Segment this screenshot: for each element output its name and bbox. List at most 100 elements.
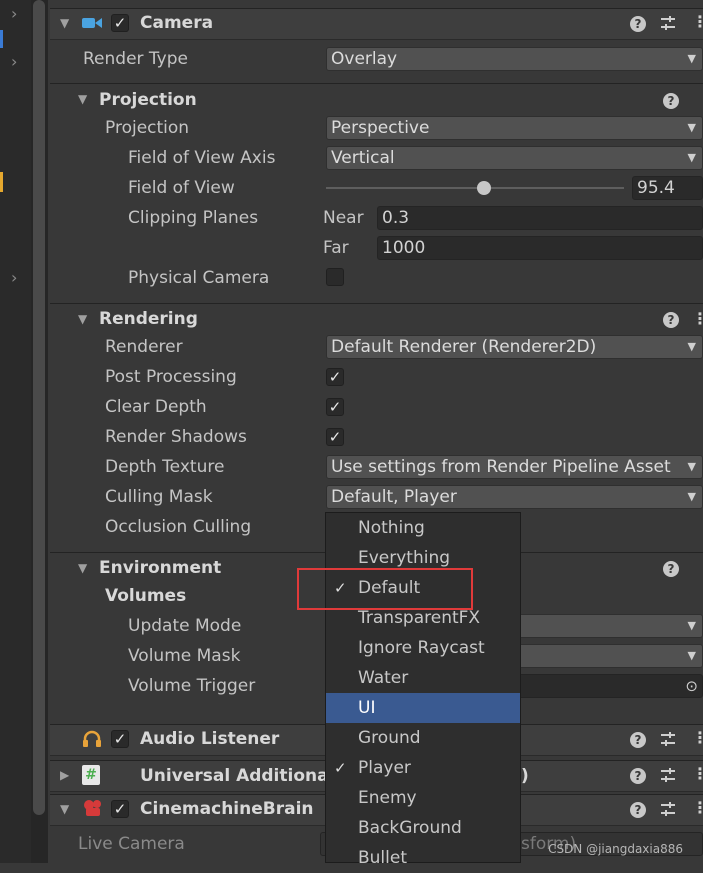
selection-marker <box>0 172 3 192</box>
dropdown-arrow-icon: ▼ <box>687 121 696 134</box>
dropdown-arrow-icon: ▼ <box>687 151 696 164</box>
camera-enabled-checkbox[interactable]: ✓ <box>111 14 129 32</box>
expand-icon[interactable]: ▶ <box>60 768 69 782</box>
depth-texture-label: Depth Texture <box>105 457 225 477</box>
fov-label: Field of View <box>128 178 235 198</box>
culling-mask-menu[interactable]: Nothing Everything ✓ Default TransparentFX Ig… <box>325 512 521 868</box>
fov-input[interactable]: 95.4 <box>632 176 703 200</box>
physical-camera-checkbox[interactable] <box>326 268 344 286</box>
menu-dots-icon[interactable]: ⋮ <box>692 309 703 328</box>
clear-depth-checkbox[interactable]: ✓ <box>326 398 344 416</box>
update-mode-label: Update Mode <box>128 616 242 636</box>
menu-item[interactable]: Ignore Raycast <box>326 633 520 663</box>
render-type-value: Overlay <box>331 49 398 69</box>
camera-title: Camera <box>140 13 214 33</box>
dropdown-arrow-icon: ▼ <box>687 649 696 662</box>
renderer-label: Renderer <box>105 337 183 357</box>
dropdown-arrow-icon: ▼ <box>687 52 696 65</box>
menu-item[interactable]: Enemy <box>326 783 520 813</box>
help-icon[interactable]: ? <box>630 16 646 32</box>
menu-dots-icon[interactable]: ⋮ <box>692 764 703 783</box>
cinemachine-brain-title: CinemachineBrain <box>140 799 314 819</box>
menu-item[interactable]: UI <box>326 693 520 723</box>
occlusion-culling-label: Occlusion Culling <box>105 517 252 537</box>
settings-icon[interactable] <box>659 766 677 789</box>
near-input[interactable]: 0.3 <box>377 206 703 230</box>
near-label: Near <box>323 208 364 228</box>
menu-item[interactable]: ✓ Player <box>326 753 520 783</box>
collapse-icon[interactable]: ▼ <box>60 16 69 30</box>
menu-item[interactable]: Water <box>326 663 520 693</box>
settings-icon[interactable] <box>659 14 677 37</box>
culling-mask-dropdown[interactable]: Default, Player ▼ <box>326 485 703 509</box>
post-processing-label: Post Processing <box>105 367 237 387</box>
culling-mask-value: Default, Player <box>331 487 457 507</box>
renderer-value: Default Renderer (Renderer2D) <box>331 337 597 357</box>
culling-mask-label: Culling Mask <box>105 487 213 507</box>
watermark: CSDN @jiangdaxia886 <box>548 842 683 856</box>
render-shadows-checkbox[interactable]: ✓ <box>326 428 344 446</box>
render-type-label: Render Type <box>83 49 188 69</box>
menu-dots-icon[interactable]: ⋮ <box>692 728 703 747</box>
help-icon[interactable]: ? <box>663 561 679 577</box>
collapse-icon[interactable]: ▼ <box>78 561 87 575</box>
volume-trigger-label: Volume Trigger <box>128 676 256 696</box>
headphones-icon <box>82 730 102 753</box>
help-icon[interactable]: ? <box>663 93 679 109</box>
collapse-icon[interactable]: ▼ <box>60 802 69 816</box>
render-shadows-label: Render Shadows <box>105 427 247 447</box>
collapse-icon[interactable]: ▼ <box>78 92 87 106</box>
audio-listener-checkbox[interactable]: ✓ <box>111 730 129 748</box>
settings-icon[interactable] <box>659 800 677 823</box>
fov-axis-label: Field of View Axis <box>128 148 276 168</box>
check-icon: ✓ <box>334 759 347 777</box>
audio-listener-title: Audio Listener <box>140 729 280 749</box>
help-icon[interactable]: ? <box>630 732 646 748</box>
post-processing-checkbox[interactable]: ✓ <box>326 368 344 386</box>
dropdown-arrow-icon: ▼ <box>687 340 696 353</box>
chevron-right-icon[interactable]: › <box>11 4 17 23</box>
help-icon[interactable]: ? <box>630 802 646 818</box>
rendering-section-title: Rendering <box>99 309 198 329</box>
target-icon[interactable]: ⊙ <box>685 675 698 697</box>
cinemachine-brain-checkbox[interactable]: ✓ <box>111 800 129 818</box>
projection-label: Projection <box>105 118 190 138</box>
menu-item[interactable]: Ground <box>326 723 520 753</box>
projection-dropdown[interactable]: Perspective ▼ <box>326 116 703 140</box>
menu-item[interactable]: Nothing <box>326 513 520 543</box>
settings-icon[interactable] <box>659 730 677 753</box>
dropdown-arrow-icon: ▼ <box>687 619 696 632</box>
universal-additional-suffix: ) <box>521 766 529 786</box>
volume-mask-label: Volume Mask <box>128 646 241 666</box>
scrollbar-thumb[interactable] <box>33 0 45 815</box>
chevron-right-icon[interactable]: › <box>11 268 17 287</box>
help-icon[interactable]: ? <box>663 312 679 328</box>
fov-slider[interactable] <box>326 176 626 200</box>
camera-icon <box>82 15 102 29</box>
selection-marker <box>0 30 3 48</box>
hierarchy-edge <box>0 0 31 863</box>
menu-dots-icon[interactable]: ⋮ <box>692 12 703 31</box>
depth-texture-dropdown[interactable]: Use settings from Render Pipeline Asset … <box>326 455 703 479</box>
environment-section-title: Environment <box>99 558 222 578</box>
slider-knob[interactable] <box>476 181 491 195</box>
chevron-right-icon[interactable]: › <box>11 52 17 71</box>
fov-axis-dropdown[interactable]: Vertical ▼ <box>326 146 703 170</box>
divider <box>50 83 703 84</box>
volumes-label: Volumes <box>105 586 187 606</box>
divider <box>50 303 703 304</box>
render-type-dropdown[interactable]: Overlay ▼ <box>326 47 703 71</box>
renderer-dropdown[interactable]: Default Renderer (Renderer2D) ▼ <box>326 335 703 359</box>
slider-track <box>326 187 624 189</box>
menu-item[interactable]: BackGround <box>326 813 520 843</box>
menu-item-label: BackGround <box>358 818 462 838</box>
highlight-annotation <box>297 568 473 610</box>
far-input[interactable]: 1000 <box>377 236 703 260</box>
dropdown-arrow-icon: ▼ <box>683 456 696 478</box>
menu-dots-icon[interactable]: ⋮ <box>692 798 703 817</box>
menu-item-label: Nothing <box>358 518 425 538</box>
menu-item[interactable]: Bullet <box>326 843 520 873</box>
collapse-icon[interactable]: ▼ <box>78 312 87 326</box>
help-icon[interactable]: ? <box>630 768 646 784</box>
projection-value: Perspective <box>331 118 430 138</box>
